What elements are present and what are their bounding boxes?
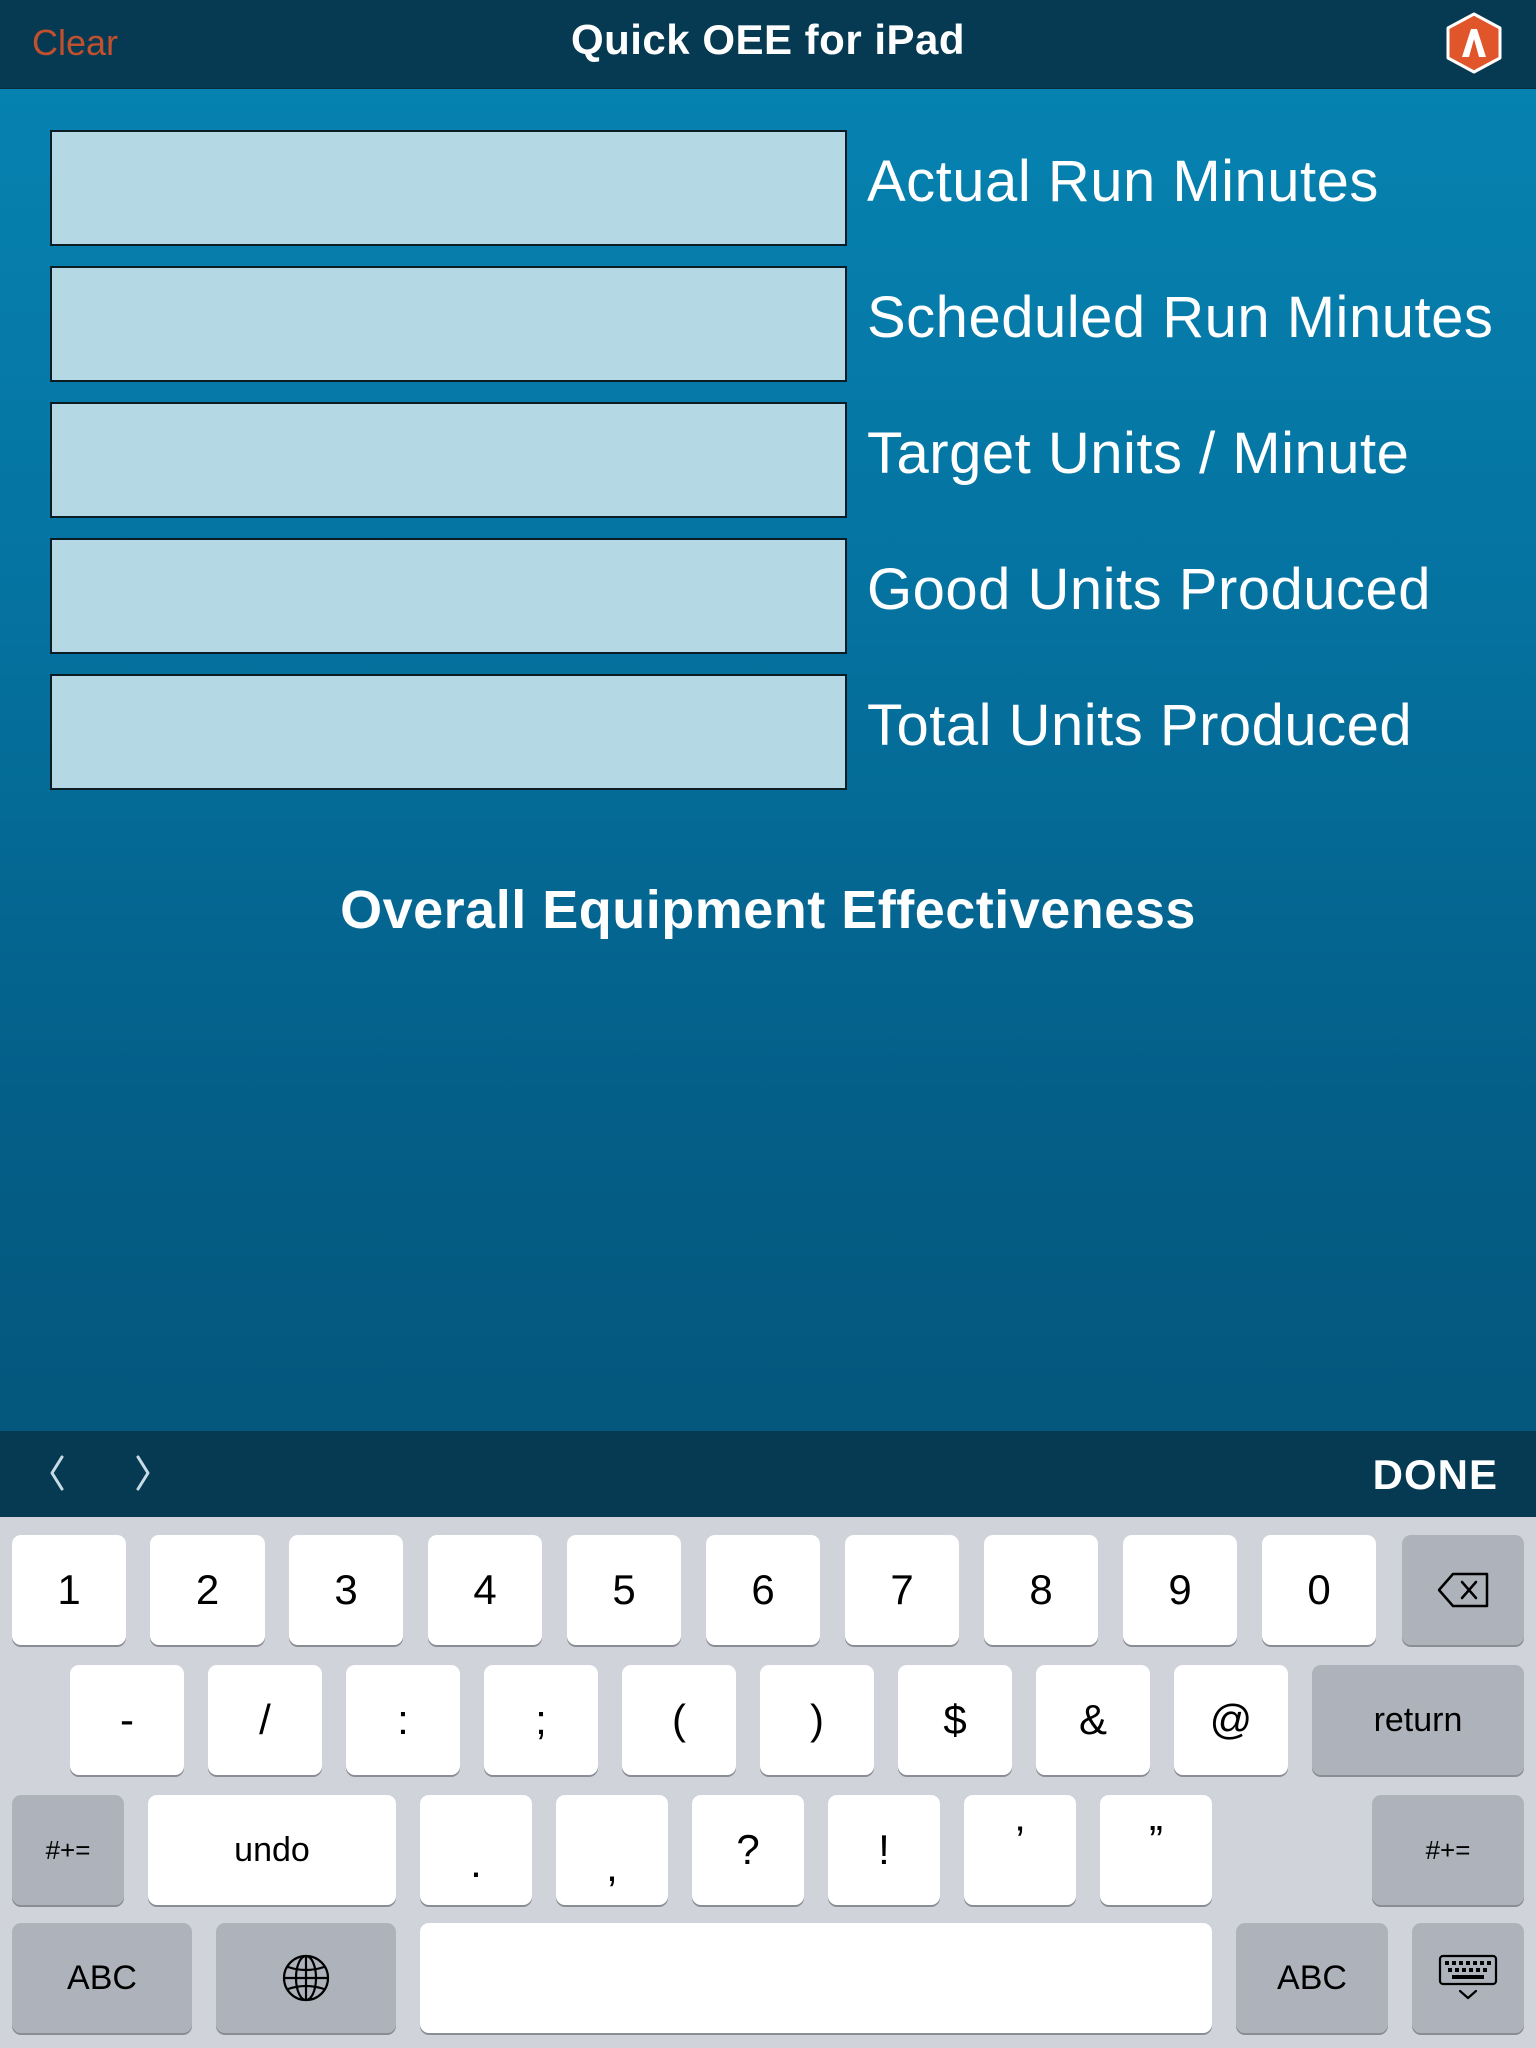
delete-key[interactable] bbox=[1402, 1535, 1524, 1645]
target-units-per-minute-label: Target Units / Minute bbox=[867, 421, 1410, 486]
key-at[interactable]: @ bbox=[1174, 1665, 1288, 1775]
key-hyphen[interactable]: - bbox=[70, 1665, 184, 1775]
oee-form: Actual Run Minutes Scheduled Run Minutes… bbox=[0, 89, 1536, 1431]
total-units-produced-label: Total Units Produced bbox=[867, 693, 1413, 758]
chevron-right-icon[interactable] bbox=[118, 1445, 168, 1501]
globe-icon bbox=[282, 1954, 330, 2002]
space-key[interactable] bbox=[420, 1923, 1212, 2033]
key-ampersand[interactable]: & bbox=[1036, 1665, 1150, 1775]
scheduled-run-minutes-input[interactable] bbox=[50, 266, 847, 382]
key-3[interactable]: 3 bbox=[289, 1535, 403, 1645]
key-semicolon[interactable]: ; bbox=[484, 1665, 598, 1775]
key-0[interactable]: 0 bbox=[1262, 1535, 1376, 1645]
target-units-per-minute-input[interactable] bbox=[50, 402, 847, 518]
field-row-actual-run-minutes: Actual Run Minutes bbox=[50, 130, 1500, 250]
key-comma[interactable]: , bbox=[556, 1795, 668, 1905]
good-units-produced-label: Good Units Produced bbox=[867, 557, 1432, 622]
dismiss-keyboard-key[interactable] bbox=[1412, 1923, 1524, 2033]
abc-key-right[interactable]: ABC bbox=[1236, 1923, 1388, 2033]
field-row-good-units-produced: Good Units Produced bbox=[50, 538, 1500, 658]
key-apostrophe[interactable]: ’ bbox=[964, 1795, 1076, 1905]
key-8[interactable]: 8 bbox=[984, 1535, 1098, 1645]
keyboard-accessory-toolbar: DONE bbox=[0, 1431, 1536, 1517]
key-slash[interactable]: / bbox=[208, 1665, 322, 1775]
backspace-icon bbox=[1437, 1572, 1489, 1608]
abc-key-left[interactable]: ABC bbox=[12, 1923, 192, 2033]
key-quote[interactable]: ” bbox=[1100, 1795, 1212, 1905]
return-key[interactable]: return bbox=[1312, 1665, 1524, 1775]
key-9[interactable]: 9 bbox=[1123, 1535, 1237, 1645]
key-5[interactable]: 5 bbox=[567, 1535, 681, 1645]
numeric-keyboard: 1 2 3 4 5 6 7 8 9 0 - / : ; ( ) $ & @ re… bbox=[0, 1517, 1536, 2048]
key-7[interactable]: 7 bbox=[845, 1535, 959, 1645]
key-colon[interactable]: : bbox=[346, 1665, 460, 1775]
app-logo-icon[interactable] bbox=[1444, 12, 1504, 74]
key-dollar[interactable]: $ bbox=[898, 1665, 1012, 1775]
field-row-scheduled-run-minutes: Scheduled Run Minutes bbox=[50, 266, 1500, 386]
key-1[interactable]: 1 bbox=[12, 1535, 126, 1645]
actual-run-minutes-label: Actual Run Minutes bbox=[867, 149, 1379, 214]
scheduled-run-minutes-label: Scheduled Run Minutes bbox=[867, 285, 1494, 350]
navigation-bar: Clear Quick OEE for iPad bbox=[0, 0, 1536, 89]
symbols-key-left[interactable]: #+= bbox=[12, 1795, 124, 1905]
chevron-left-icon[interactable] bbox=[32, 1445, 82, 1501]
key-4[interactable]: 4 bbox=[428, 1535, 542, 1645]
key-period[interactable]: . bbox=[420, 1795, 532, 1905]
actual-run-minutes-input[interactable] bbox=[50, 130, 847, 246]
field-row-total-units-produced: Total Units Produced bbox=[50, 674, 1500, 794]
symbols-key-right[interactable]: #+= bbox=[1372, 1795, 1524, 1905]
page-title: Quick OEE for iPad bbox=[570, 16, 966, 63]
key-6[interactable]: 6 bbox=[706, 1535, 820, 1645]
key-question[interactable]: ? bbox=[692, 1795, 804, 1905]
field-row-target-units-per-minute: Target Units / Minute bbox=[50, 402, 1500, 522]
key-open-paren[interactable]: ( bbox=[622, 1665, 736, 1775]
keyboard-dismiss-icon bbox=[1438, 1954, 1498, 2000]
oee-result-title: Overall Equipment Effectiveness bbox=[340, 880, 1196, 940]
key-exclamation[interactable]: ! bbox=[828, 1795, 940, 1905]
undo-key[interactable]: undo bbox=[148, 1795, 396, 1905]
total-units-produced-input[interactable] bbox=[50, 674, 847, 790]
globe-key[interactable] bbox=[216, 1923, 396, 2033]
good-units-produced-input[interactable] bbox=[50, 538, 847, 654]
done-button[interactable]: DONE bbox=[1373, 1451, 1498, 1499]
key-close-paren[interactable]: ) bbox=[760, 1665, 874, 1775]
key-2[interactable]: 2 bbox=[150, 1535, 265, 1645]
